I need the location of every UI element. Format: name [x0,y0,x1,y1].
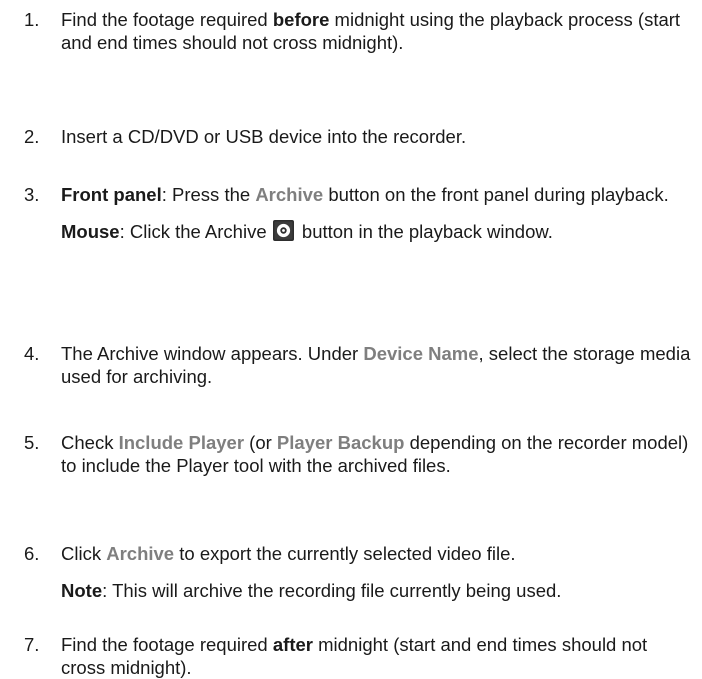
step-paragraph: Note: This will archive the recording fi… [61,579,691,602]
text-run: button on the front panel during playbac… [323,184,669,205]
text-run: : Click the Archive [119,221,272,242]
text-run: Click [61,543,107,564]
step-paragraph: Front panel: Press the Archive button on… [61,183,691,206]
step-number: 3. [24,184,40,205]
ui-term: Archive [255,184,324,205]
step-body: The Archive window appears. Under Device… [61,342,691,388]
ui-term: Archive [106,543,175,564]
emphasis-text: Note [61,580,103,601]
emphasis-text: after [272,634,313,655]
emphasis-text: Mouse [61,221,120,242]
emphasis-text: before [272,9,330,30]
step-paragraph: Find the footage required after midnight… [61,633,691,679]
text-run: : Press the [161,184,256,205]
step-body: Click Archive to export the currently se… [61,542,691,602]
text-run: Insert a CD/DVD or USB device into the r… [61,126,467,147]
archive-disc-icon [272,220,294,241]
step-number: 6. [24,543,40,564]
step-paragraph: Mouse: Click the Archive button in the p… [61,220,691,243]
ui-term: Player Backup [276,432,405,453]
text-run: Find the footage required [61,9,273,30]
step-number: 1. [24,9,40,30]
step-number: 4. [24,343,40,364]
text-run: : This will archive the recording file c… [102,580,562,601]
emphasis-text: Front panel [61,184,162,205]
step-paragraph: Check Include Player (or Player Backup d… [61,431,691,477]
step-body: Check Include Player (or Player Backup d… [61,431,691,477]
ui-term: Device Name [363,343,479,364]
step-paragraph: Insert a CD/DVD or USB device into the r… [61,125,691,148]
step-paragraph: Click Archive to export the currently se… [61,542,691,565]
step-body: Find the footage required after midnight… [61,633,691,679]
text-run: to export the currently selected video f… [174,543,516,564]
step-paragraph: Find the footage required before midnigh… [61,8,691,54]
step-body: Front panel: Press the Archive button on… [61,183,691,243]
step-number: 7. [24,634,40,655]
instruction-document: 1. Find the footage required before midni… [0,0,702,678]
text-run: Find the footage required [61,634,273,655]
text-run: The Archive window appears. Under [61,343,364,364]
text-run: Check [61,432,119,453]
step-paragraph: The Archive window appears. Under Device… [61,342,691,388]
step-body: Insert a CD/DVD or USB device into the r… [61,125,691,148]
step-number: 2. [24,126,40,147]
text-run: (or [244,432,277,453]
step-number: 5. [24,432,40,453]
ui-term: Include Player [118,432,245,453]
text-run: button in the playback window. [301,221,553,242]
step-body: Find the footage required before midnigh… [61,8,691,54]
